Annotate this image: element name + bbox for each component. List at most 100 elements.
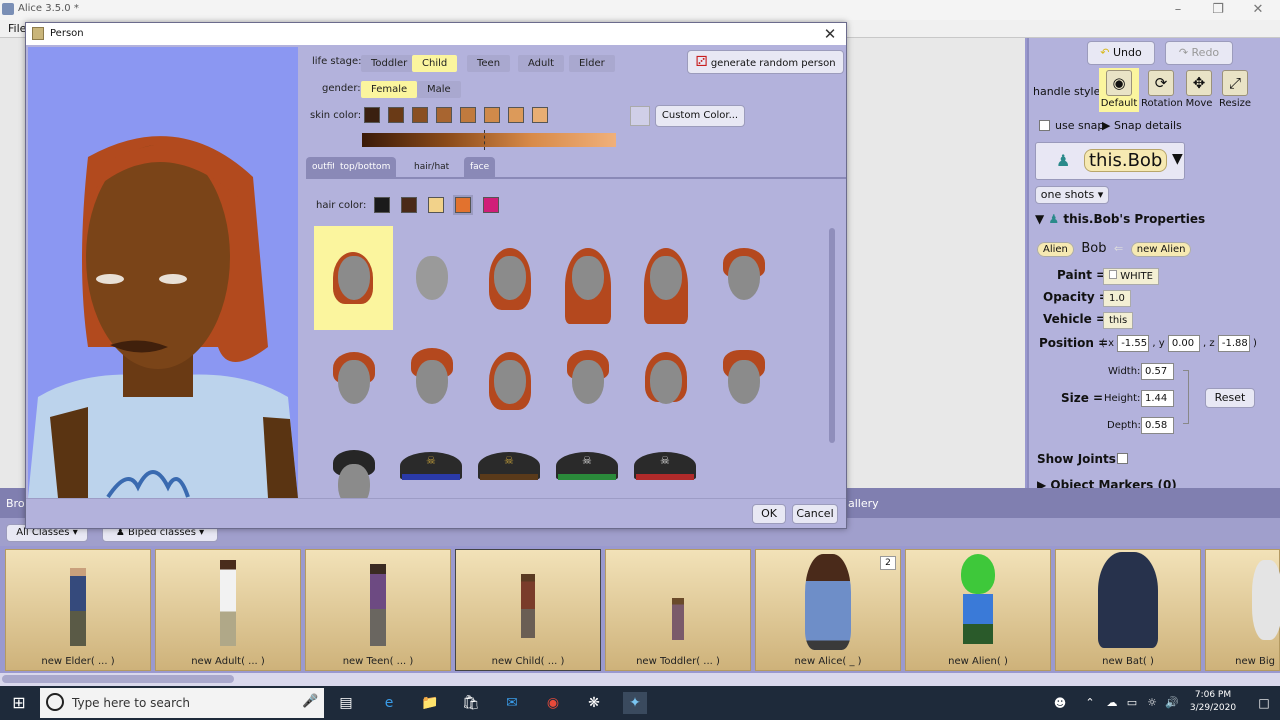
hair-option-7[interactable] <box>314 330 393 434</box>
undo-button[interactable]: ↶ Undo <box>1087 41 1155 65</box>
chrome-icon[interactable]: ◉ <box>541 692 565 714</box>
selected-object-selector[interactable]: ♟ this.Bob ▼ <box>1035 142 1185 180</box>
hair-swatch-black[interactable] <box>374 197 390 213</box>
gallery-item-teen[interactable]: new Teen( ... ) <box>305 549 451 671</box>
cancel-button[interactable]: Cancel <box>792 504 838 524</box>
hat-option-pirate-red[interactable]: ☠ <box>626 434 705 498</box>
life-stage-elder[interactable]: Elder <box>569 55 615 72</box>
notifications-icon[interactable]: □ <box>1252 692 1276 714</box>
gallery-item-child[interactable]: new Child( ... ) <box>455 549 601 671</box>
tab-hair-hat[interactable]: hair/hat <box>408 157 456 177</box>
generate-random-person-button[interactable]: ⚂ generate random person <box>687 50 844 74</box>
gender-female[interactable]: Female <box>361 81 418 98</box>
hair-option-6[interactable] <box>704 226 783 330</box>
gender-male[interactable]: Male <box>417 81 461 98</box>
handle-style-rotation[interactable]: ⟳ Rotation <box>1141 68 1183 112</box>
skin-swatch-3[interactable] <box>412 107 428 123</box>
people-icon[interactable]: ☻ <box>1048 692 1072 714</box>
paint-value[interactable]: WHITE <box>1103 268 1159 285</box>
mail-icon[interactable]: ✉ <box>500 692 524 714</box>
skin-swatch-2[interactable] <box>388 107 404 123</box>
file-explorer-icon[interactable]: 📁 <box>418 692 442 714</box>
skin-swatch-6[interactable] <box>484 107 500 123</box>
hair-option-13[interactable] <box>314 434 393 498</box>
tray-chevron-icon[interactable]: ⌃ <box>1078 692 1102 714</box>
hair-option-12[interactable] <box>704 330 783 434</box>
hair-swatch-blonde[interactable] <box>428 197 444 213</box>
opacity-value[interactable]: 1.0 <box>1103 290 1131 307</box>
life-stage-toddler[interactable]: Toddler <box>361 55 418 72</box>
hat-option-pirate-brown[interactable]: ☠ <box>470 434 549 498</box>
use-snap-checkbox[interactable] <box>1039 120 1050 131</box>
hair-grid-scrollbar[interactable] <box>829 228 835 443</box>
vehicle-value[interactable]: this <box>1103 312 1134 329</box>
gallery-scrollbar[interactable] <box>0 673 1280 686</box>
ok-button[interactable]: OK <box>752 504 786 524</box>
skin-swatch-8[interactable] <box>532 107 548 123</box>
gallery-item-toddler[interactable]: new Toddler( ... ) <box>605 549 751 671</box>
life-stage-child[interactable]: Child <box>412 55 458 72</box>
menu-file[interactable]: File <box>8 22 26 35</box>
task-view-icon[interactable]: ▤ <box>334 692 358 714</box>
hair-option-9[interactable] <box>470 330 549 434</box>
taskbar-search-box[interactable]: Type here to search 🎤 <box>40 688 324 718</box>
hair-option-11[interactable] <box>626 330 705 434</box>
hair-option-4[interactable] <box>548 226 627 330</box>
gallery-item-big[interactable]: new Big <box>1205 549 1280 671</box>
hair-swatch-pink[interactable] <box>483 197 499 213</box>
handle-style-default[interactable]: ◉ Default <box>1099 68 1139 112</box>
reset-size-button[interactable]: Reset <box>1205 388 1255 408</box>
gallery-item-alice[interactable]: 2 new Alice( _ ) <box>755 549 901 671</box>
edge-icon[interactable]: e <box>377 692 401 714</box>
position-y-input[interactable]: 0.00 <box>1167 335 1200 352</box>
hair-option-1[interactable] <box>314 226 393 330</box>
gallery-item-bat[interactable]: new Bat( ) <box>1055 549 1201 671</box>
position-x-input[interactable]: -1.55 <box>1117 335 1150 352</box>
hair-option-5[interactable] <box>626 226 705 330</box>
gallery-item-alien[interactable]: new Alien( ) <box>905 549 1051 671</box>
custom-color-button[interactable]: Custom Color... <box>655 105 745 127</box>
new-instance-tile[interactable]: new Alien <box>1130 242 1192 257</box>
microphone-icon[interactable]: 🎤 <box>302 694 318 709</box>
search-gallery-tab[interactable]: allery <box>848 497 879 510</box>
height-input[interactable]: 1.44 <box>1141 390 1174 407</box>
maximize-icon[interactable]: ❐ <box>1200 1 1236 19</box>
one-shots-button[interactable]: one shots ▾ <box>1035 186 1109 204</box>
position-z-input[interactable]: -1.88 <box>1217 335 1250 352</box>
clock[interactable]: 7:06 PM 3/29/2020 <box>1183 689 1243 715</box>
properties-header[interactable]: ▼ ♟ this.Bob's Properties <box>1035 212 1275 232</box>
depth-input[interactable]: 0.58 <box>1141 417 1174 434</box>
skin-swatch-7[interactable] <box>508 107 524 123</box>
character-preview[interactable] <box>28 47 298 498</box>
app-icon[interactable]: ❋ <box>582 692 606 714</box>
windows-start-icon[interactable]: ⊞ <box>10 694 28 712</box>
scrollbar-thumb[interactable] <box>2 675 234 683</box>
dialog-close-icon[interactable]: ✕ <box>820 25 840 43</box>
store-icon[interactable]: 🛍 <box>459 692 483 714</box>
life-stage-adult[interactable]: Adult <box>518 55 565 72</box>
skin-swatch-5[interactable] <box>460 107 476 123</box>
handle-style-resize[interactable]: ⤢ Resize <box>1215 68 1255 112</box>
redo-button[interactable]: ↷ Redo <box>1165 41 1233 65</box>
skin-swatch-4[interactable] <box>436 107 452 123</box>
minimize-icon[interactable]: – <box>1160 1 1196 19</box>
tab-face[interactable]: face <box>464 157 496 177</box>
browse-gallery-tab[interactable]: Bro <box>6 497 25 510</box>
gallery-item-adult[interactable]: new Adult( ... ) <box>155 549 301 671</box>
hair-swatch-red[interactable] <box>453 195 473 215</box>
hat-option-pirate-green[interactable]: ☠ <box>548 434 627 498</box>
snap-details-toggle[interactable]: ▶ Snap details <box>1102 119 1182 132</box>
object-markers-header[interactable]: ▶ Object Markers (0) <box>1037 478 1177 488</box>
hair-option-3[interactable] <box>470 226 549 330</box>
volume-icon[interactable]: 🔊 <box>1160 692 1184 714</box>
alice-taskbar-icon[interactable]: ✦ <box>623 692 647 714</box>
hat-option-pirate-blue[interactable]: ☠ <box>392 434 471 498</box>
size-link-bracket[interactable] <box>1183 370 1189 424</box>
hair-option-10[interactable] <box>548 330 627 434</box>
tab-top-bottom[interactable]: top/bottom <box>334 157 397 177</box>
life-stage-teen[interactable]: Teen <box>467 55 511 72</box>
skin-tone-thumb[interactable] <box>484 130 490 150</box>
handle-style-move[interactable]: ✥ Move <box>1179 68 1219 112</box>
gallery-item-elder[interactable]: new Elder( ... ) <box>5 549 151 671</box>
hair-swatch-brown[interactable] <box>401 197 417 213</box>
